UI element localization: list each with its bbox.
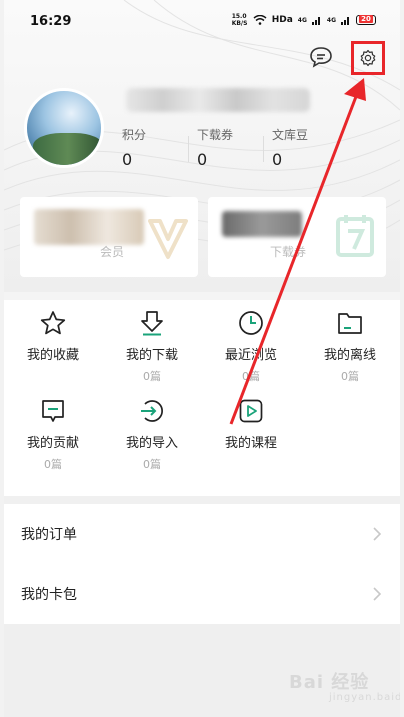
profile-header: 16:29 15.0 KB/S HDa 4G 4G 20 积分 0 下载券 0 … [4,0,400,292]
list-item-label: 我的卡包 [21,587,77,603]
phone-screen: 16:29 15.0 KB/S HDa 4G 4G 20 积分 0 下载券 0 … [4,0,400,717]
username-blurred [126,88,310,112]
grid-item-label: 我的离线 [323,348,376,363]
gear-icon [360,49,376,67]
chevron-right-icon [373,527,382,541]
watermark: Bai 经验 jingyan.baidu.com [289,668,400,703]
grid-item-count: 0篇 [143,458,161,471]
card-text-blurred [222,211,302,237]
vip-card[interactable]: 会员 [20,197,198,277]
signal-label-2: 4G [326,16,336,24]
grid-item-count: 0篇 [341,370,359,383]
profile-stats: 积分 0 下载券 0 文库豆 0 [122,126,382,170]
status-bar: 16:29 15.0 KB/S HDa 4G 4G 20 [4,0,400,42]
stat-value: 0 [197,150,208,169]
signal-label-1: 4G [297,16,307,24]
hd-label: HDa [271,15,293,25]
watermark-sub: jingyan.baidu.com [329,692,400,703]
stat-points[interactable]: 积分 0 [122,126,194,170]
stat-value: 0 [122,150,133,169]
grid-item-offline[interactable]: 我的离线 0篇 [301,310,399,384]
card-label: 下载券 [270,245,307,259]
battery-icon: 20 [356,15,376,25]
list-item-card-wallet[interactable]: 我的卡包 [4,564,400,624]
list-item-orders[interactable]: 我的订单 [4,504,400,564]
settings-button[interactable] [351,41,385,75]
stat-value: 0 [272,150,283,169]
wifi-icon [253,15,267,25]
network-speed: 15.0 KB/S [231,13,248,27]
stat-label: 积分 [122,128,147,142]
grid-item-label: 我的贡献 [26,436,79,451]
status-icons: 15.0 KB/S HDa 4G 4G 20 [232,13,376,27]
chevron-right-icon [373,587,382,601]
grid-item-count: 0篇 [242,370,260,383]
stat-label: 文库豆 [272,128,309,142]
feature-grid: 我的收藏 我的下载 0篇 最近浏览 0篇 我的离线 0篇 我的贡献 0篇 我的导… [4,300,400,496]
vip-v-icon [148,219,188,259]
star-icon [40,311,66,335]
import-icon [141,400,163,422]
grid-item-recent[interactable]: 最近浏览 0篇 [202,310,300,384]
stat-download-vouchers[interactable]: 下载券 0 [197,126,269,170]
stat-divider [188,136,189,162]
status-time: 16:29 [30,14,72,29]
stat-wenku-beans[interactable]: 文库豆 0 [272,126,344,170]
signal-icon-2 [341,17,349,25]
grid-item-favorites[interactable]: 我的收藏 [4,310,102,368]
download-icon [141,311,163,336]
avatar-image-trees [33,133,101,165]
voucher-card[interactable]: 下载券 [208,197,386,277]
grid-item-count: 0篇 [143,370,161,383]
avatar[interactable] [24,88,104,168]
contribution-icon [42,400,64,422]
battery-level: 20 [359,15,373,23]
card-label: 会员 [100,245,125,259]
stat-label: 下载券 [197,128,234,142]
card-text-blurred [34,209,144,245]
folder-icon [338,313,362,334]
play-course-icon [239,399,263,423]
list-item-label: 我的订单 [21,527,77,543]
watermark-text: Bai 经验 [289,672,370,693]
grid-item-label: 我的收藏 [26,348,79,363]
grid-item-count: 0篇 [44,458,62,471]
section-divider [4,496,400,504]
grid-item-label: 我的导入 [125,436,178,451]
signal-icon [311,17,320,25]
grid-item-contributions[interactable]: 我的贡献 0篇 [4,398,102,472]
grid-item-imports[interactable]: 我的导入 0篇 [103,398,201,472]
clock-icon [239,311,263,335]
grid-item-courses[interactable]: 我的课程 [202,398,300,456]
calendar-7-icon [336,215,374,257]
stat-divider [263,136,264,162]
message-icon[interactable] [309,46,333,68]
settings-list: 我的订单 我的卡包 [4,504,400,624]
grid-item-downloads[interactable]: 我的下载 0篇 [103,310,201,384]
grid-item-label: 我的下载 [125,348,178,363]
grid-item-label: 最近浏览 [224,348,277,363]
grid-item-label: 我的课程 [224,436,277,451]
